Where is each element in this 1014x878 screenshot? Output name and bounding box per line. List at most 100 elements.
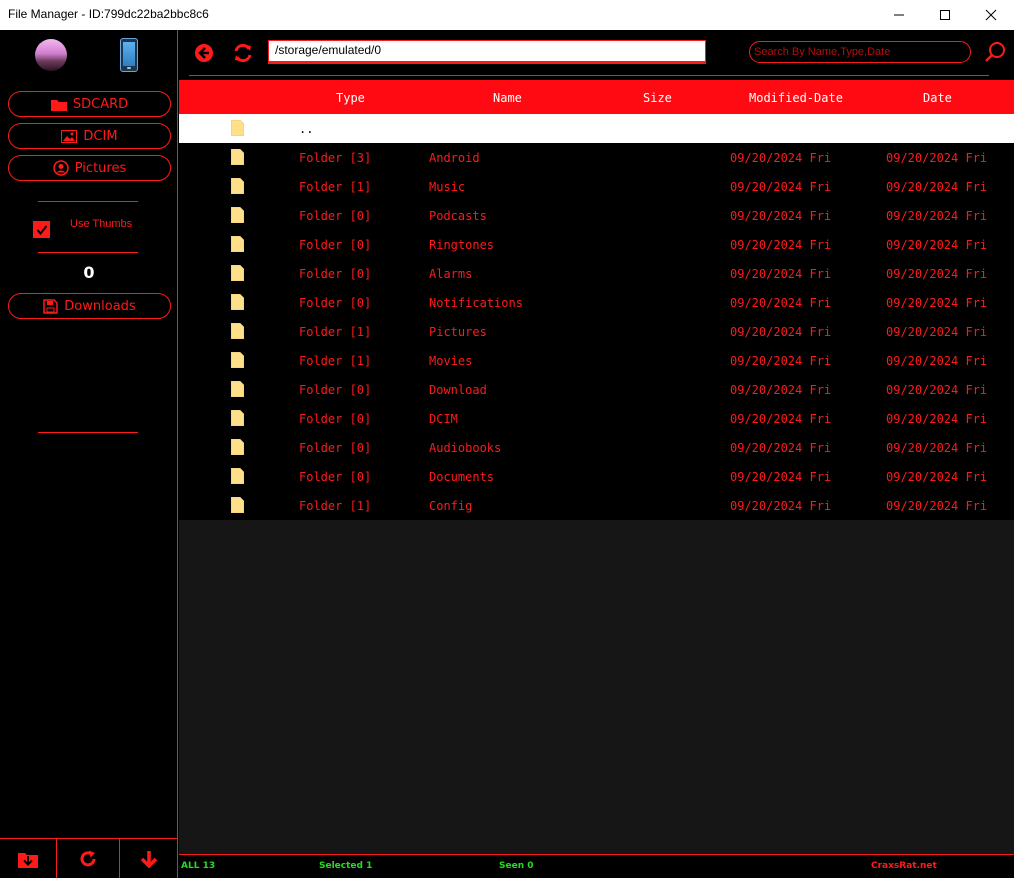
file-list: .. Folder [3] Android 09/20/2024 Fri 09/20/… (179, 114, 1014, 520)
column-header-type[interactable]: Type (336, 91, 365, 105)
divider (38, 432, 138, 433)
pictures-button[interactable]: Pictures (8, 155, 171, 181)
table-row[interactable]: Folder [0] Ringtones 09/20/2024 Fri 09/20/2… (179, 230, 1014, 259)
cell-modified-date: 09/20/2024 Fri (730, 441, 832, 455)
table-row[interactable]: Folder [3] Android 09/20/2024 Fri 09/20/202… (179, 143, 1014, 172)
search-icon (985, 42, 1005, 62)
status-brand: CraxsRat.net (871, 861, 937, 871)
divider (38, 201, 138, 202)
table-header: Type Name Size Modified-Date Date (179, 80, 1014, 114)
column-header-date[interactable]: Date (923, 91, 952, 105)
image-icon (61, 129, 78, 143)
cell-type: Folder [1] (299, 354, 372, 368)
cell-name: Ringtones (429, 238, 495, 252)
folder-icon (231, 236, 244, 252)
arrow-down-icon (140, 851, 158, 868)
refresh-button[interactable] (57, 839, 120, 878)
maximize-icon (940, 10, 950, 20)
folder-icon (231, 381, 244, 397)
status-selected-count: Selected 1 (319, 861, 373, 871)
checkmark-icon (36, 225, 48, 236)
cell-type: Folder [0] (299, 267, 372, 281)
table-row[interactable]: Folder [0] Audiobooks 09/20/2024 Fri 09/20/… (179, 433, 1014, 462)
search-button[interactable] (984, 41, 1006, 63)
download-file-button[interactable] (0, 839, 57, 878)
pictures-button-label: Pictures (74, 160, 127, 176)
folder-icon (231, 294, 244, 310)
cell-type: Folder [0] (299, 412, 372, 426)
search-input[interactable] (749, 41, 971, 63)
status-all-count: ALL 13 (181, 861, 216, 871)
toolbar: /storage/emulated/0 (179, 30, 1014, 80)
counter-value: 0 (83, 263, 95, 282)
toolbar-divider (189, 75, 989, 76)
sdcard-button-label: SDCARD (72, 96, 129, 112)
cell-date: 09/20/2024 Fri (886, 470, 988, 484)
cell-date: 09/20/2024 Fri (886, 209, 988, 223)
cell-name: Config (429, 499, 473, 513)
cell-type: Folder [0] (299, 238, 372, 252)
parent-directory-row[interactable]: .. (179, 114, 1014, 143)
downloads-button[interactable]: Downloads (8, 293, 171, 319)
column-header-name[interactable]: Name (493, 91, 522, 105)
table-row[interactable]: Folder [1] Pictures 09/20/2024 Fri 09/20/20… (179, 317, 1014, 346)
status-seen-count: Seen 0 (499, 861, 534, 871)
cell-modified-date: 09/20/2024 Fri (730, 499, 832, 513)
main-panel: /storage/emulated/0 Type Name Size Modif… (179, 30, 1014, 878)
cell-modified-date: 09/20/2024 Fri (730, 209, 832, 223)
table-row[interactable]: Folder [0] Documents 09/20/2024 Fri 09/20/2… (179, 462, 1014, 491)
folder-icon (231, 352, 244, 368)
table-row[interactable]: Folder [0] Podcasts 09/20/2024 Fri 09/20/20… (179, 201, 1014, 230)
cell-modified-date: 09/20/2024 Fri (730, 412, 832, 426)
table-row[interactable]: Folder [0] Download 09/20/2024 Fri 09/20/20… (179, 375, 1014, 404)
dcim-button-label: DCIM (83, 128, 118, 144)
dcim-button[interactable]: DCIM (8, 123, 171, 149)
path-input[interactable]: /storage/emulated/0 (268, 40, 706, 64)
folder-icon (231, 497, 244, 513)
cell-type: Folder [0] (299, 209, 372, 223)
cell-name: Notifications (429, 296, 523, 310)
sdcard-button[interactable]: SDCARD (8, 91, 171, 117)
parent-directory-label: .. (299, 122, 314, 136)
download-folder-icon (18, 853, 38, 868)
table-row[interactable]: Folder [1] Movies 09/20/2024 Fri 09/20/2024… (179, 346, 1014, 375)
folder-icon (231, 178, 244, 194)
use-thumbs-label: Use Thumbs (70, 218, 133, 230)
back-button[interactable] (193, 42, 215, 64)
cell-type: Folder [0] (299, 383, 372, 397)
cell-date: 09/20/2024 Fri (886, 267, 988, 281)
table-row[interactable]: Folder [1] Music 09/20/2024 Fri 09/20/2024 … (179, 172, 1014, 201)
cell-date: 09/20/2024 Fri (886, 441, 988, 455)
maximize-button[interactable] (922, 0, 968, 30)
cell-name: Movies (429, 354, 473, 368)
cell-modified-date: 09/20/2024 Fri (730, 325, 832, 339)
table-row[interactable]: Folder [1] Config 09/20/2024 Fri 09/20/2024… (179, 491, 1014, 520)
save-icon (43, 298, 59, 314)
cell-date: 09/20/2024 Fri (886, 180, 988, 194)
scroll-down-button[interactable] (120, 839, 178, 878)
title-bar: File Manager - ID:799dc22ba2bbc8c6 (0, 0, 1014, 30)
cell-name: Pictures (429, 325, 487, 339)
cell-modified-date: 09/20/2024 Fri (730, 151, 832, 165)
minimize-button[interactable] (876, 0, 922, 30)
use-thumbs-checkbox[interactable] (33, 221, 50, 238)
downloads-button-label: Downloads (64, 298, 136, 314)
table-row[interactable]: Folder [0] Notifications 09/20/2024 Fri 09/… (179, 288, 1014, 317)
device-avatar (35, 39, 67, 71)
cell-name: Alarms (429, 267, 473, 281)
folder-icon (231, 468, 244, 484)
folder-icon (231, 120, 244, 136)
cell-name: Documents (429, 470, 495, 484)
cell-type: Folder [0] (299, 470, 372, 484)
close-button[interactable] (968, 0, 1014, 30)
cell-name: Android (429, 151, 480, 165)
cell-date: 09/20/2024 Fri (886, 499, 988, 513)
cell-type: Folder [1] (299, 499, 372, 513)
reload-button[interactable] (232, 42, 254, 64)
column-header-size[interactable]: Size (643, 91, 672, 105)
table-row[interactable]: Folder [0] Alarms 09/20/2024 Fri 09/20/2024… (179, 259, 1014, 288)
table-row[interactable]: Folder [0] DCIM 09/20/2024 Fri 09/20/2024 F… (179, 404, 1014, 433)
cell-date: 09/20/2024 Fri (886, 354, 988, 368)
cell-type: Folder [0] (299, 296, 372, 310)
column-header-modified-date[interactable]: Modified-Date (749, 91, 843, 105)
